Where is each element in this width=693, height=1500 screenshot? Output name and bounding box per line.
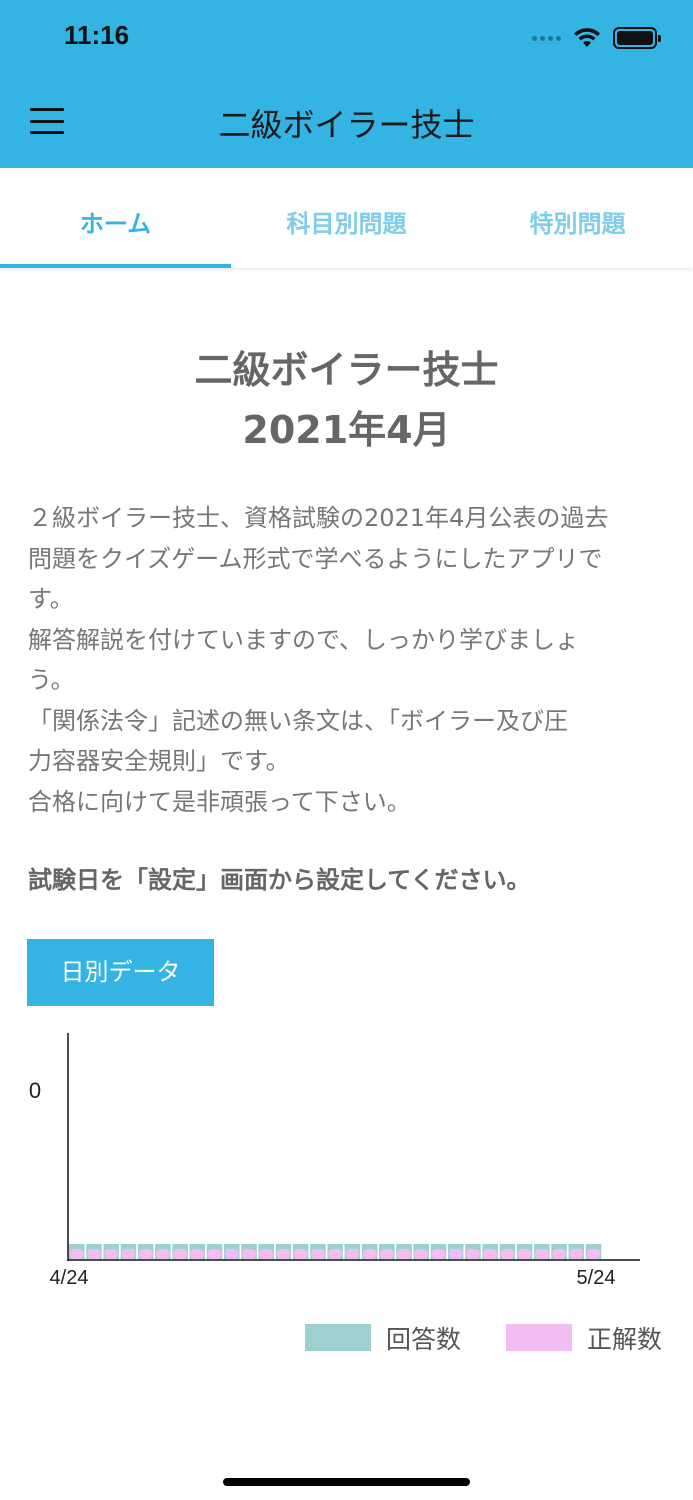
legend-label-answers: 回答数 (386, 1325, 462, 1354)
app-title: 二級ボイラー技士 (218, 106, 475, 144)
battery-icon (613, 27, 661, 49)
bar-correct (517, 1249, 532, 1259)
bar-correct (242, 1249, 256, 1259)
legend-swatch-correct (506, 1324, 572, 1351)
bar-correct (345, 1249, 360, 1259)
description-line: 合格に向けて是非頑張って下さい。 (28, 787, 411, 816)
legend-label-correct: 正解数 (587, 1325, 663, 1354)
bar-correct (276, 1249, 291, 1259)
app-header: 11:16 二級ボイラー技士 (0, 0, 693, 168)
description-line: す。 (28, 585, 74, 613)
bar-correct (535, 1249, 549, 1259)
legend-swatch-answers (305, 1324, 371, 1351)
app-description: ２級ボイラー技士、資格試験の2021年4月公表の過去 問題をクイズゲーム形式で学… (28, 498, 673, 822)
active-tab-indicator (0, 264, 231, 268)
bar-correct (138, 1249, 153, 1259)
bar-correct (121, 1249, 136, 1259)
bar-correct (448, 1249, 463, 1259)
bar-correct (397, 1249, 411, 1259)
bar-correct (414, 1249, 429, 1259)
page-title: 二級ボイラー技士 2021年4月 (0, 340, 693, 460)
x-tick-label-end: 5/24 (577, 1267, 616, 1289)
bar-correct (190, 1249, 205, 1259)
tab-special-questions[interactable]: 特別問題 (462, 168, 693, 268)
description-line: ２級ボイラー技士、資格試験の2021年4月公表の過去 (28, 504, 609, 532)
status-time: 11:16 (64, 20, 130, 50)
bar-correct (328, 1249, 342, 1259)
bar-correct (207, 1249, 222, 1259)
signal-dots-icon (532, 35, 561, 41)
tab-bar: ホーム 科目別問題 特別問題 (0, 168, 693, 268)
description-line: 解答解説を付けていますので、しっかり学びましょ (28, 625, 580, 654)
description-line: 「関係法令」記述の無い条文は、「ボイラー及び圧 (28, 706, 568, 735)
tab-subject-questions[interactable]: 科目別問題 (231, 168, 462, 268)
bar-correct (380, 1249, 394, 1259)
bar-correct (173, 1249, 187, 1259)
bar-correct (362, 1249, 377, 1259)
x-tick-label-start: 4/24 (50, 1267, 89, 1289)
page-title-line1: 二級ボイラー技士 (194, 348, 499, 392)
bar-correct (466, 1249, 480, 1259)
description-line: 力容器安全規則」です。 (28, 747, 290, 775)
description-line: 問題をクイズゲーム形式で学べるようにしたアプリで (28, 544, 603, 573)
bar-correct (431, 1249, 446, 1259)
chart-legend: 回答数 正解数 (0, 1318, 693, 1358)
bar-correct (293, 1249, 308, 1259)
status-icons (532, 24, 661, 52)
bar-correct (87, 1249, 101, 1259)
bar-correct (500, 1249, 515, 1259)
bar-correct (259, 1249, 273, 1259)
bar-correct (156, 1249, 170, 1259)
bar-correct (483, 1249, 497, 1259)
description-line: う。 (28, 666, 75, 694)
y-tick-label: 0 (29, 1078, 41, 1103)
bar-correct (586, 1249, 601, 1259)
wifi-icon (574, 28, 600, 47)
chart-bars (69, 1244, 602, 1259)
bar-correct (70, 1249, 84, 1259)
exam-date-notice: 試験日を「設定」画面から設定してください。 (28, 866, 531, 894)
bar-correct (104, 1249, 118, 1259)
home-indicator[interactable] (223, 1478, 470, 1486)
page-title-line2: 2021年4月 (242, 408, 451, 452)
daily-data-button[interactable]: 日別データ (27, 939, 214, 1006)
bar-correct (311, 1249, 325, 1259)
bar-correct (225, 1249, 239, 1259)
bar-correct (552, 1249, 566, 1259)
bar-correct (569, 1249, 584, 1259)
tab-home[interactable]: ホーム (0, 168, 231, 268)
